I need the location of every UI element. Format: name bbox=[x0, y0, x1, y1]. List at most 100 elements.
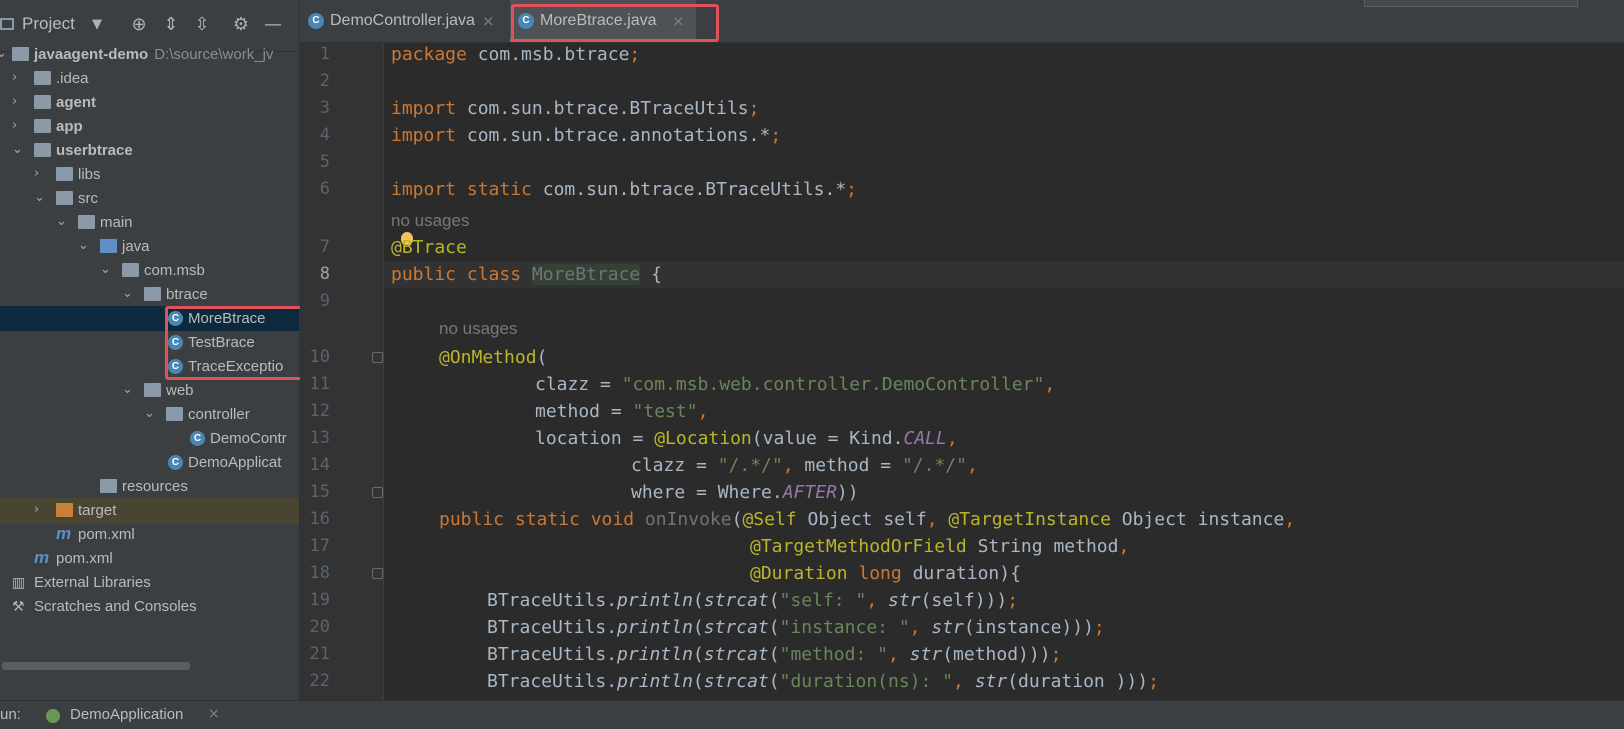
spring-boot-class-icon: C bbox=[168, 455, 183, 470]
line-number: 18 bbox=[309, 563, 330, 583]
line-number: 4 bbox=[319, 125, 330, 145]
chevron-down-icon[interactable]: ⌄ bbox=[34, 188, 48, 208]
line-number: 10 bbox=[309, 347, 330, 367]
tab-democontroller[interactable]: C DemoController.java × bbox=[300, 0, 502, 42]
folder-icon bbox=[56, 167, 73, 181]
tree-item-label: pom.xml bbox=[56, 550, 113, 567]
tree-item-target[interactable]: › target bbox=[0, 498, 299, 523]
tree-item-pom-root[interactable]: m pom.xml bbox=[0, 546, 299, 571]
excluded-folder-icon bbox=[56, 503, 73, 517]
tree-item-libs[interactable]: › libs bbox=[0, 162, 299, 187]
tree-item-com-msb[interactable]: ⌄ com.msb bbox=[0, 258, 299, 283]
line-number: 6 bbox=[319, 179, 330, 199]
tree-item-external-libraries[interactable]: ▥ External Libraries bbox=[0, 570, 299, 595]
code-line-13: location = @Location(value = Kind.CALL, bbox=[535, 428, 958, 449]
project-view-icon[interactable] bbox=[0, 18, 14, 30]
tree-item-java[interactable]: ⌄ java bbox=[0, 234, 299, 259]
tree-item-app[interactable]: › app bbox=[0, 114, 299, 139]
close-icon[interactable]: × bbox=[672, 12, 685, 30]
chevron-down-icon[interactable]: ⌄ bbox=[122, 284, 136, 304]
chevron-down-icon[interactable]: ⌄ bbox=[100, 260, 114, 280]
tree-item-demoapplication[interactable]: C DemoApplicat bbox=[0, 450, 299, 475]
tree-item-main[interactable]: ⌄ main bbox=[0, 210, 299, 235]
line-number: 3 bbox=[319, 98, 330, 118]
line-number: 8 bbox=[319, 264, 330, 284]
chevron-down-icon[interactable]: ⌄ bbox=[144, 404, 158, 424]
fold-marker-icon[interactable] bbox=[372, 352, 383, 363]
tree-item-scratches[interactable]: ⚒ Scratches and Consoles bbox=[0, 594, 299, 619]
scratches-icon: ⚒ bbox=[12, 598, 25, 614]
gear-icon[interactable]: ⚙ bbox=[230, 14, 252, 36]
tree-item-idea[interactable]: › .idea bbox=[0, 66, 299, 91]
run-label: un: bbox=[0, 706, 21, 723]
code-line-17: @TargetMethodOrField String method, bbox=[750, 536, 1130, 557]
line-number: 7 bbox=[319, 237, 330, 257]
tree-item-src[interactable]: ⌄ src bbox=[0, 186, 299, 211]
chevron-down-icon[interactable]: ⌄ bbox=[122, 380, 136, 400]
tree-item-label: .idea bbox=[56, 70, 89, 87]
chevron-right-icon[interactable]: › bbox=[34, 164, 48, 184]
chevron-down-icon[interactable]: ⌄ bbox=[78, 236, 92, 256]
code-line-7: @BTrace bbox=[391, 237, 467, 258]
usages-hint[interactable]: no usages bbox=[439, 318, 517, 340]
tree-item-testbrace[interactable]: C TestBrace bbox=[0, 330, 299, 355]
close-icon[interactable]: × bbox=[208, 706, 220, 722]
line-number: 16 bbox=[309, 509, 330, 529]
run-config-tab[interactable]: DemoApplication bbox=[70, 706, 183, 723]
tree-item-agent[interactable]: › agent bbox=[0, 90, 299, 115]
locate-target-icon[interactable]: ⊕ bbox=[128, 14, 150, 36]
tree-item-resources[interactable]: resources bbox=[0, 474, 299, 499]
chevron-right-icon[interactable]: › bbox=[34, 500, 48, 520]
maven-icon: m bbox=[34, 548, 50, 567]
code-line-8: public class MoreBtrace { bbox=[391, 264, 662, 285]
tree-item-label: MoreBtrace bbox=[188, 310, 266, 327]
collapse-all-icon[interactable]: ⇳ bbox=[191, 14, 213, 36]
tree-item-traceexception[interactable]: C TraceExceptio bbox=[0, 354, 299, 379]
package-icon bbox=[122, 263, 139, 277]
horizontal-scrollbar[interactable] bbox=[2, 662, 190, 670]
tree-item-label: libs bbox=[78, 166, 101, 183]
chevron-down-icon[interactable]: ⌄ bbox=[0, 44, 10, 64]
tree-item-label: DemoContr bbox=[210, 430, 287, 447]
tree-item-label: userbtrace bbox=[56, 142, 133, 159]
hide-panel-icon[interactable]: — bbox=[262, 14, 284, 36]
fold-marker-icon[interactable] bbox=[372, 568, 383, 579]
tree-item-root[interactable]: ⌄ javaagent-demo D:\source\work_jv bbox=[0, 42, 299, 67]
chevron-right-icon[interactable]: › bbox=[12, 92, 26, 112]
tree-item-label: target bbox=[78, 502, 117, 519]
tab-label: DemoController.java bbox=[330, 12, 475, 29]
line-number: 20 bbox=[309, 617, 330, 637]
code-line-3: import com.sun.btrace.BTraceUtils; bbox=[391, 98, 760, 119]
tree-item-userbtrace[interactable]: ⌄ userbtrace bbox=[0, 138, 299, 163]
tree-item-morebtrace[interactable]: C MoreBtrace bbox=[0, 306, 299, 331]
code-line-4: import com.sun.btrace.annotations.*; bbox=[391, 125, 782, 146]
tree-item-label: java bbox=[122, 238, 150, 255]
tab-morebtrace[interactable]: C MoreBtrace.java × bbox=[510, 0, 696, 42]
tree-item-label: Scratches and Consoles bbox=[34, 598, 197, 615]
line-number: 21 bbox=[309, 644, 330, 664]
fold-marker-icon[interactable] bbox=[372, 487, 383, 498]
tree-item-pom-inner[interactable]: m pom.xml bbox=[0, 522, 299, 547]
tree-item-web[interactable]: ⌄ web bbox=[0, 378, 299, 403]
chevron-right-icon[interactable]: › bbox=[12, 116, 26, 136]
source-folder-icon bbox=[100, 239, 117, 253]
tree-item-controller[interactable]: ⌄ controller bbox=[0, 402, 299, 427]
search-field[interactable] bbox=[1364, 0, 1578, 7]
close-icon[interactable]: × bbox=[482, 12, 495, 30]
expand-all-icon[interactable]: ⇕ bbox=[160, 14, 182, 36]
tree-item-btrace[interactable]: ⌄ btrace bbox=[0, 282, 299, 307]
tree-item-label: External Libraries bbox=[34, 574, 151, 591]
chevron-down-icon[interactable]: ▼ bbox=[86, 14, 108, 36]
usages-hint[interactable]: no usages bbox=[391, 210, 469, 232]
chevron-down-icon[interactable]: ⌄ bbox=[12, 140, 26, 160]
tree-item-democontroller[interactable]: C DemoContr bbox=[0, 426, 299, 451]
code-line-11: clazz = "com.msb.web.controller.DemoCont… bbox=[535, 374, 1056, 395]
project-view-selector[interactable]: Project bbox=[22, 14, 75, 34]
code-line-19: BTraceUtils.println(strcat("self: ", str… bbox=[487, 590, 1019, 611]
tree-item-label: btrace bbox=[166, 286, 208, 303]
maven-icon: m bbox=[56, 524, 72, 543]
chevron-down-icon[interactable]: ⌄ bbox=[56, 212, 70, 232]
tree-item-label: resources bbox=[122, 478, 188, 495]
chevron-right-icon[interactable]: › bbox=[12, 68, 26, 88]
package-icon bbox=[144, 383, 161, 397]
